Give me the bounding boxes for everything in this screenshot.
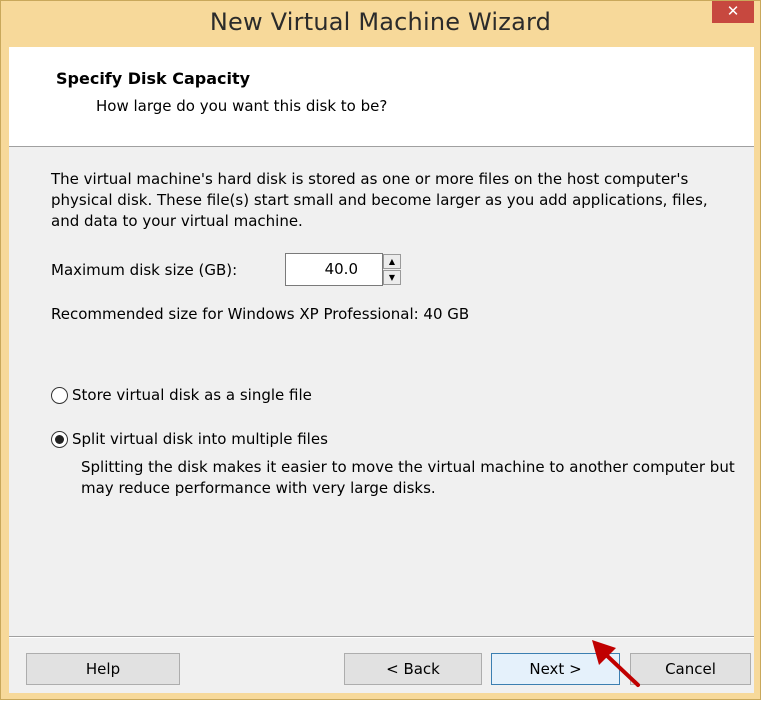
spin-up-button[interactable]: ▲ (383, 254, 401, 269)
help-button-label: Help (85, 660, 121, 678)
disk-size-input[interactable]: 40.0 (285, 253, 383, 286)
close-button[interactable]: ✕ (712, 1, 754, 23)
back-button-label: < Back (386, 660, 440, 678)
spin-down-button[interactable]: ▼ (383, 270, 401, 285)
multiple-files-label[interactable]: Split virtual disk into multiple files (72, 430, 328, 448)
triangle-up-icon: ▲ (388, 257, 396, 266)
back-button[interactable]: < Back (344, 653, 482, 685)
help-button[interactable]: Help (26, 653, 180, 685)
next-button-label: Next > (529, 660, 582, 678)
cancel-button-label: Cancel (665, 660, 716, 678)
page-subtitle: How large do you want this disk to be? (96, 97, 388, 115)
disk-description: The virtual machine's hard disk is store… (51, 170, 708, 230)
close-icon: ✕ (726, 2, 740, 20)
single-file-radio[interactable] (51, 386, 68, 404)
title-bar[interactable]: New Virtual Machine Wizard ✕ (1, 1, 760, 47)
multiple-files-radio[interactable] (51, 430, 68, 448)
disk-size-stepper: ▲ ▼ (383, 253, 403, 286)
recommended-size-text: Recommended size for Windows XP Professi… (51, 305, 470, 323)
multiple-files-option[interactable]: Split virtual disk into multiple files (51, 430, 328, 448)
dialog-client-area: Specify Disk Capacity How large do you w… (9, 47, 754, 693)
wizard-window: New Virtual Machine Wizard ✕ Specify Dis… (0, 0, 761, 700)
single-file-option[interactable]: Store virtual disk as a single file (51, 386, 312, 404)
cancel-button[interactable]: Cancel (630, 653, 751, 685)
split-description: Splitting the disk makes it easier to mo… (81, 458, 735, 497)
wizard-header: Specify Disk Capacity How large do you w… (9, 47, 754, 147)
disk-size-label: Maximum disk size (GB): (51, 261, 238, 279)
page-title: Specify Disk Capacity (56, 69, 251, 88)
annotation-arrow-icon (592, 640, 640, 687)
single-file-label[interactable]: Store virtual disk as a single file (72, 386, 312, 404)
window-title: New Virtual Machine Wizard (209, 8, 552, 36)
triangle-down-icon: ▼ (388, 273, 396, 282)
